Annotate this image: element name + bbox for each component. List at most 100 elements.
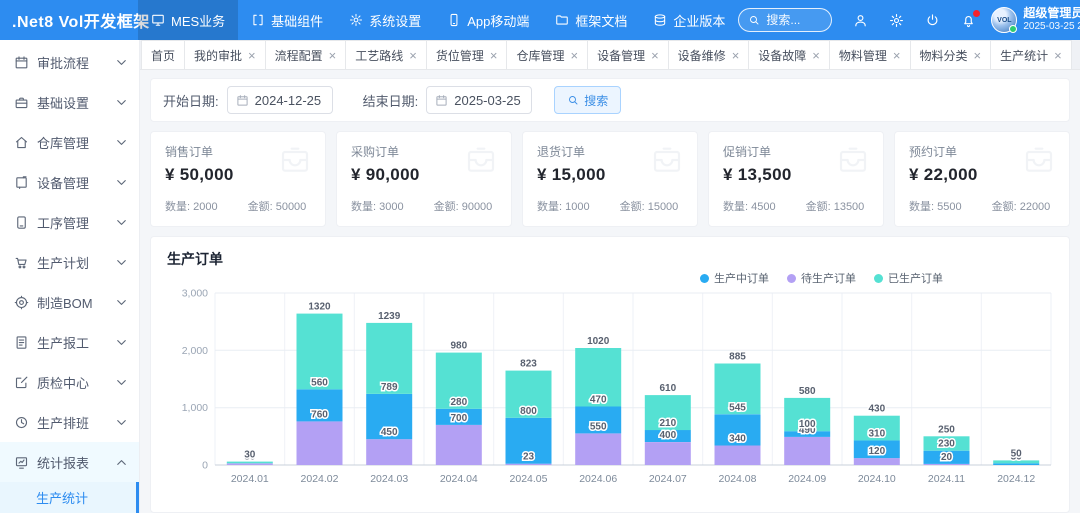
- close-icon[interactable]: ×: [409, 49, 417, 62]
- sidebar: 审批流程基础设置仓库管理设备管理工序管理生产计划制造BOM 生产报工质检中心生产排…: [0, 40, 140, 513]
- calendar-icon: [14, 55, 29, 70]
- stat-card-qty: 数量: 4500: [723, 198, 776, 214]
- sidebar-item-生产排班[interactable]: 生产排班: [0, 402, 139, 442]
- stat-card-采购订单: 采购订单¥ 90,000数量: 3000金额: 90000: [336, 131, 512, 227]
- nav-item-企业版本[interactable]: 企业版本: [640, 0, 738, 40]
- monitor-icon: [151, 13, 165, 27]
- user-icon[interactable]: [853, 13, 868, 28]
- sidebar-item-label: 生产计划: [37, 253, 89, 272]
- tab-物料管理[interactable]: 物料管理 ×: [829, 40, 911, 69]
- chevron-down-icon: [114, 135, 129, 150]
- sidebar-item-工序管理[interactable]: 工序管理: [0, 202, 139, 242]
- tab-工艺路线[interactable]: 工艺路线 ×: [345, 40, 427, 69]
- tab-设备管理[interactable]: 设备管理×: [587, 40, 669, 69]
- start-date-field[interactable]: [227, 86, 333, 114]
- stat-card-meta: 数量: 2000金额: 50000: [165, 198, 311, 214]
- content: 开始日期: 结束日期: 搜索 销售订单¥ 50,000数量: 2000金额: 5…: [140, 70, 1080, 513]
- tab-label: 生产统计: [1000, 47, 1048, 64]
- tab-流程配置[interactable]: 流程配置×: [265, 40, 347, 69]
- stat-card-amt: 金额: 50000: [248, 198, 307, 214]
- svg-text:1,000: 1,000: [182, 402, 208, 414]
- search-icon: [567, 94, 579, 106]
- sidebar-item-生产计划[interactable]: 生产计划: [0, 242, 139, 282]
- sidebar-item-制造BOM[interactable]: 制造BOM: [0, 282, 139, 322]
- tab-物料分类[interactable]: 物料分类×: [910, 40, 992, 69]
- close-icon[interactable]: ×: [732, 49, 740, 62]
- sidebar-item-仓库管理[interactable]: 仓库管理: [0, 122, 139, 162]
- nav-item-系统设置[interactable]: 系统设置: [336, 0, 434, 40]
- close-icon[interactable]: ×: [812, 49, 820, 62]
- nav-item-基础组件[interactable]: 基础组件: [238, 0, 336, 40]
- avatar[interactable]: VOL: [991, 7, 1017, 33]
- legend-item-生产中订单[interactable]: 生产中订单: [700, 270, 769, 286]
- tab-仓库管理[interactable]: 仓库管理×: [506, 40, 588, 69]
- close-icon[interactable]: ×: [490, 49, 498, 62]
- legend-item-待生产订单[interactable]: 待生产订单: [787, 270, 856, 286]
- bell-icon[interactable]: [961, 13, 976, 28]
- clock-icon: [14, 415, 29, 430]
- sidebar-item-质检中心[interactable]: 质检中心: [0, 362, 139, 402]
- global-search[interactable]: [738, 8, 832, 32]
- sidebar-item-label: 质检中心: [37, 373, 89, 392]
- tab-货位管理[interactable]: 货位管理×: [426, 40, 508, 69]
- svg-text:2024.12: 2024.12: [997, 473, 1035, 485]
- sidebar-subitem-生产统计[interactable]: 生产统计: [0, 482, 136, 513]
- tab-我的审批[interactable]: 我的审批 ×: [184, 40, 266, 69]
- close-icon[interactable]: ×: [1054, 49, 1062, 62]
- nav-item-MES业务[interactable]: MES业务: [138, 0, 238, 40]
- close-icon[interactable]: ×: [893, 49, 901, 62]
- tab-设备故障[interactable]: 设备故障 ×: [748, 40, 830, 69]
- sidebar-item-生产报工[interactable]: 生产报工: [0, 322, 139, 362]
- tab-生产统计[interactable]: 生产统计 ×: [990, 40, 1072, 69]
- tab-首页[interactable]: 首页: [141, 40, 185, 69]
- stat-cards-row: 销售订单¥ 50,000数量: 2000金额: 50000采购订单¥ 90,00…: [150, 131, 1070, 227]
- tab-设备维修[interactable]: 设备维修×: [668, 40, 750, 69]
- stat-card-meta: 数量: 3000金额: 90000: [351, 198, 497, 214]
- start-date-input[interactable]: [255, 93, 324, 108]
- legend-dot: [874, 274, 883, 283]
- tab-label: 设备故障: [758, 47, 806, 64]
- nav-item-框架文档[interactable]: 框架文档: [542, 0, 640, 40]
- chevron-down-icon: [114, 375, 129, 390]
- close-icon[interactable]: ×: [651, 49, 659, 62]
- device-icon: [14, 175, 29, 190]
- legend-item-已生产订单[interactable]: 已生产订单: [874, 270, 943, 286]
- search-input[interactable]: [766, 13, 824, 27]
- close-icon[interactable]: ×: [570, 49, 578, 62]
- calendar-icon: [435, 94, 448, 107]
- sidebar-item-基础设置[interactable]: 基础设置: [0, 82, 139, 122]
- svg-text:545: 545: [729, 402, 746, 413]
- user-dropdown[interactable]: 超级管理员 2025-03-25 22:22:32: [1023, 6, 1080, 34]
- nav-item-label: App移动端: [467, 11, 529, 30]
- svg-text:823: 823: [520, 359, 537, 370]
- tab-label: 我的审批: [194, 47, 242, 64]
- svg-text:760: 760: [311, 409, 328, 420]
- svg-text:50: 50: [1011, 448, 1023, 459]
- svg-text:610: 610: [659, 383, 676, 394]
- close-icon[interactable]: ×: [329, 49, 337, 62]
- sidebar-item-统计报表[interactable]: 统计报表: [0, 442, 139, 482]
- chevron-down-icon: [114, 215, 129, 230]
- end-date-input[interactable]: [454, 93, 523, 108]
- chart-title: 生产订单: [167, 249, 1053, 269]
- calendar-icon: [236, 94, 249, 107]
- tab-label: 物料管理: [839, 47, 887, 64]
- sidebar-item-label: 制造BOM: [37, 293, 93, 312]
- archive-icon: [463, 144, 499, 176]
- stat-card-qty: 数量: 5500: [909, 198, 962, 214]
- end-date-field[interactable]: [426, 86, 532, 114]
- svg-text:250: 250: [938, 424, 955, 435]
- svg-text:0: 0: [202, 460, 208, 472]
- power-icon[interactable]: [925, 13, 940, 28]
- sidebar-item-审批流程[interactable]: 审批流程: [0, 42, 139, 82]
- top-menu: MES业务基础组件系统设置 App移动端框架文档企业版本: [138, 0, 738, 40]
- sidebar-item-label: 仓库管理: [37, 133, 89, 152]
- gear-icon[interactable]: [889, 13, 904, 28]
- close-icon[interactable]: ×: [974, 49, 982, 62]
- close-icon[interactable]: ×: [248, 49, 256, 62]
- chevron-down-icon: [114, 55, 129, 70]
- search-button[interactable]: 搜索: [554, 86, 621, 114]
- tab-label: 工艺路线: [355, 47, 403, 64]
- nav-item-App移动端[interactable]: App移动端: [434, 0, 542, 40]
- sidebar-item-设备管理[interactable]: 设备管理: [0, 162, 139, 202]
